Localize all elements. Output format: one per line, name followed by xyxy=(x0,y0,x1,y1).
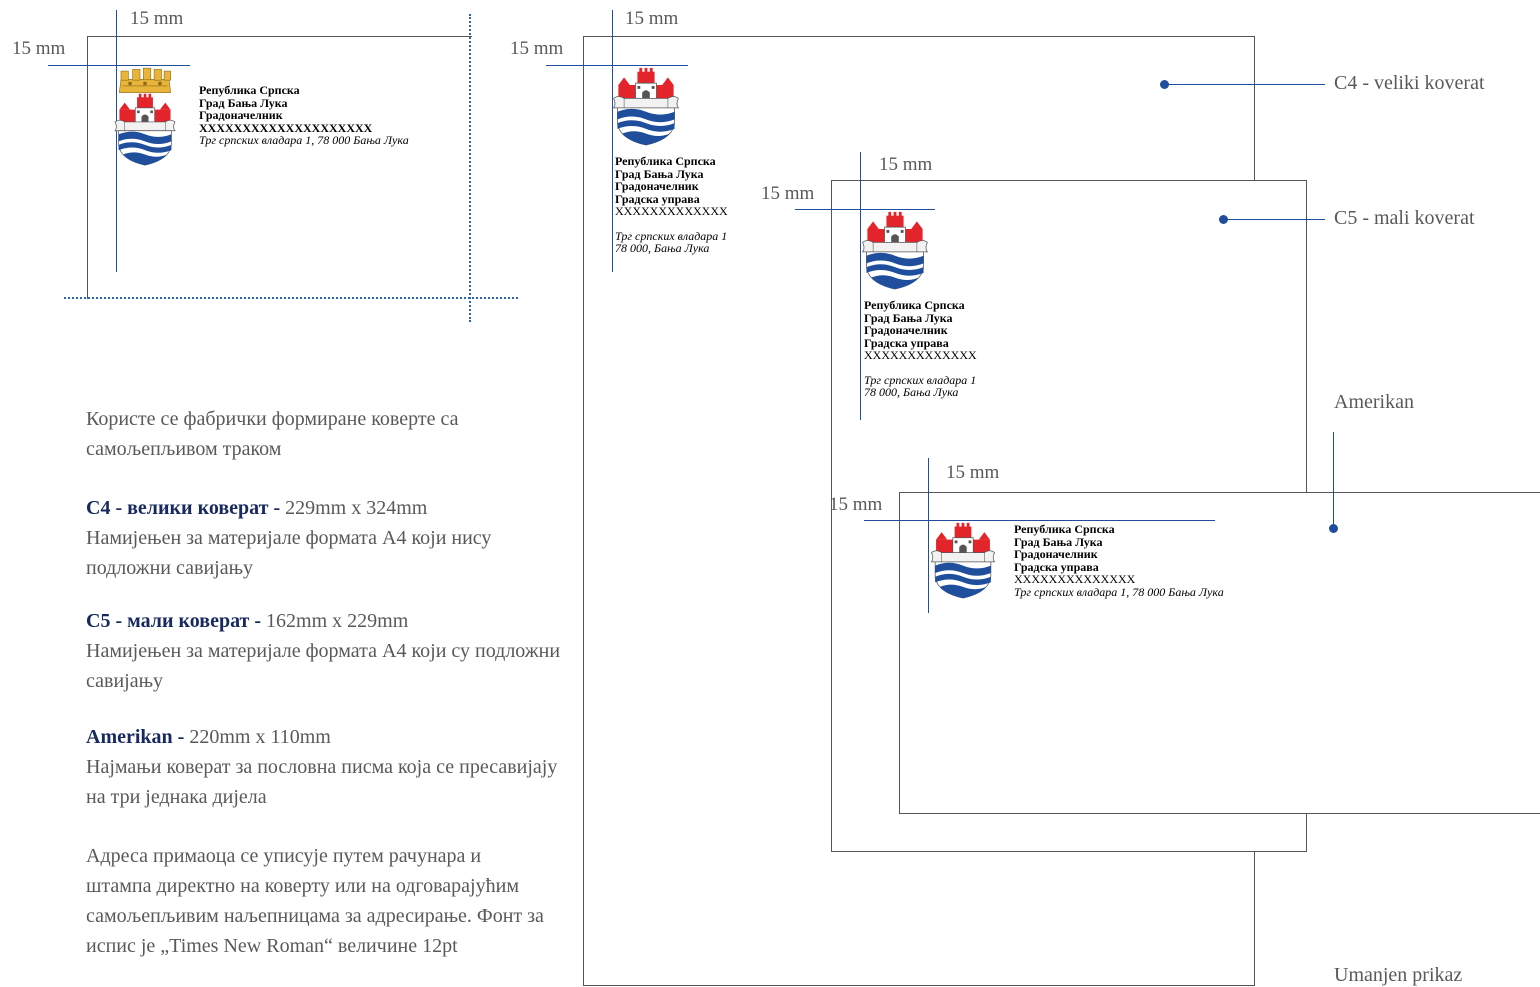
coat-of-arms-icon xyxy=(114,92,176,166)
c4-margin-label-top: 15 mm xyxy=(625,8,679,29)
coat-of-arms-icon xyxy=(611,66,681,146)
intro-text: Користе се фабрички формиране коверте са… xyxy=(86,408,459,460)
amerikan-margin-label-left: 15 mm xyxy=(829,494,883,515)
margin-label-top: 15 mm xyxy=(130,8,184,29)
c4-description: C4 - велики коверат - 229mm x 324mm Нами… xyxy=(86,497,492,579)
c5-margin-label-left: 15 mm xyxy=(761,183,815,204)
c5-margin-label-top: 15 mm xyxy=(879,154,933,175)
c4-sender-block: Република Српска Град Бања Лука Градонач… xyxy=(615,154,728,255)
sender-block: Република Српска Град Бања Лука Градонач… xyxy=(199,83,409,147)
c4-callout-label: C4 - veliki koverat xyxy=(1334,72,1485,94)
fold-guide-horizontal xyxy=(64,297,518,299)
margin-label-left: 15 mm xyxy=(12,38,66,59)
coat-of-arms-icon xyxy=(860,210,930,290)
c5-callout-label: C5 - mali koverat xyxy=(1334,207,1475,229)
c4-margin-label-left: 15 mm xyxy=(510,38,564,59)
fold-guide-vertical xyxy=(469,14,471,322)
reduced-view-label: Umanjen prikaz xyxy=(1334,964,1463,986)
letterhead-sample: 15 mm 15 mm Република Српска Град Бања Л… xyxy=(0,0,540,330)
amerikan-margin-label-top: 15 mm xyxy=(946,462,1000,483)
amerikan-description: Amerikan - 220mm x 110mm Најмањи коверат… xyxy=(86,726,558,808)
amerikan-margin-guide-horizontal xyxy=(864,520,1215,521)
c5-sender-block: Република Српска Град Бања Лука Градонач… xyxy=(864,298,977,399)
amerikan-sender-block: Република Српска Град Бања Лука Градонач… xyxy=(1014,522,1224,599)
address-description: Адреса примаоца се уписује путем рачунар… xyxy=(86,845,544,957)
coat-of-arms-icon xyxy=(929,521,997,599)
amerikan-callout-dot xyxy=(1329,524,1338,533)
amerikan-callout-line xyxy=(1333,432,1334,528)
c5-description: C5 - мали коверат - 162mm x 229mm Намије… xyxy=(86,610,561,692)
c5-callout-line xyxy=(1224,219,1325,220)
amerikan-callout-label: Amerikan xyxy=(1334,391,1414,413)
c4-callout-line xyxy=(1165,84,1325,85)
